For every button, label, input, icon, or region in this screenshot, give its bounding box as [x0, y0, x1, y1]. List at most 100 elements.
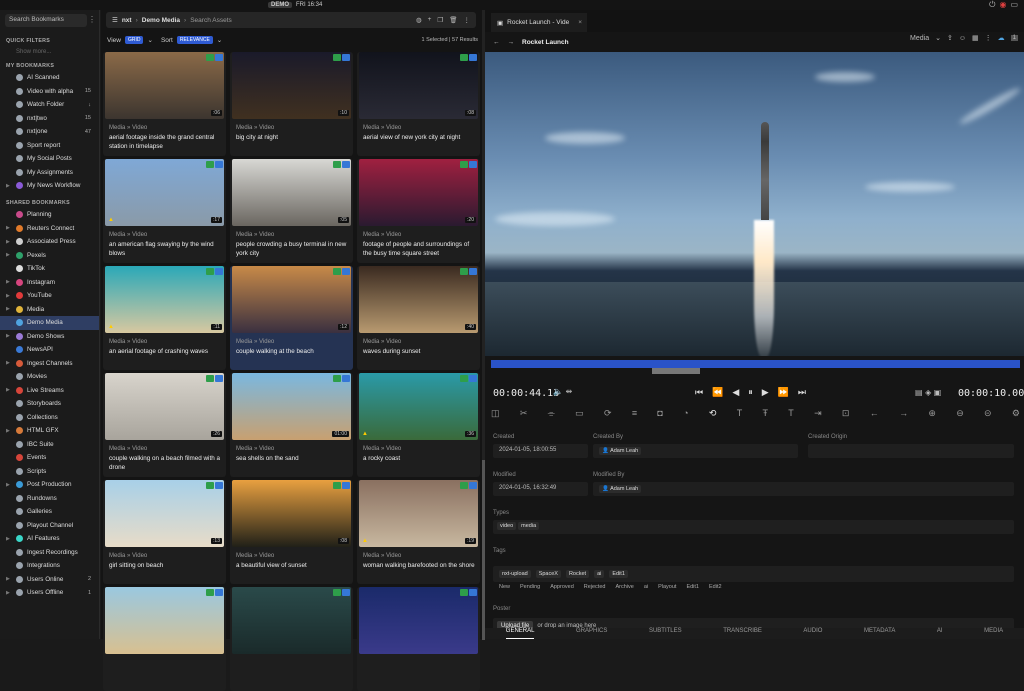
asset-tile[interactable]	[103, 587, 226, 691]
sidebar-item[interactable]: TikTok	[0, 262, 99, 276]
sidebar-item[interactable]: ▶ AI Features	[0, 532, 99, 546]
transition-icon[interactable]: ⟳	[604, 408, 612, 419]
forward-icon[interactable]: →	[508, 39, 515, 46]
copy-icon[interactable]: ❐	[437, 16, 443, 24]
pause-icon[interactable]: ⏸	[748, 387, 753, 398]
asset-tile[interactable]: :36 ▲ Media » Video a rocky coast	[357, 373, 480, 477]
step-forward-icon[interactable]: ▶	[762, 387, 769, 398]
created-origin-field[interactable]	[808, 444, 1014, 458]
sidebar-item[interactable]: Ingest Recordings	[0, 546, 99, 560]
expand-icon[interactable]: ▶	[6, 183, 10, 189]
tab-media[interactable]: MEDIA	[984, 628, 1003, 639]
zoom-in-icon[interactable]: ⊕	[928, 408, 936, 419]
tag-chip[interactable]: ai	[594, 570, 605, 578]
sidebar-item[interactable]: Demo Media	[0, 316, 99, 330]
asset-tile[interactable]: :19 ▲ Media » Video woman walking barefoote…	[357, 480, 480, 584]
tab-transcribe[interactable]: TRANSCRIBE	[723, 628, 762, 639]
bookmark-search-input[interactable]: Search Bookmarks	[5, 14, 87, 27]
sidebar-item[interactable]: ▶ Media	[0, 303, 99, 317]
expand-icon[interactable]: ▶	[6, 428, 10, 434]
expand-icon[interactable]: ▶	[6, 279, 10, 285]
globe-icon[interactable]: ◍	[416, 16, 422, 24]
cut-icon[interactable]: ✂	[520, 408, 528, 419]
asset-tile[interactable]: :08 Media » Video a beautiful view of suns…	[230, 480, 353, 584]
created-field[interactable]: 2024-01-05, 18:00:55	[493, 444, 588, 458]
modified-field[interactable]: 2024-01-05, 16:32:49	[493, 482, 588, 496]
trash-icon[interactable]: 🗑	[449, 16, 457, 24]
asset-thumbnail[interactable]	[359, 587, 478, 654]
asset-thumbnail[interactable]	[232, 266, 351, 333]
asset-tile[interactable]: 01:00 Media » Video sea shells on the sand	[230, 373, 353, 477]
asset-thumbnail[interactable]	[359, 159, 478, 226]
expand-icon[interactable]: ▶	[6, 293, 10, 299]
sidebar-item[interactable]: ▶ Users Offline 1	[0, 586, 99, 600]
asset-thumbnail[interactable]	[359, 52, 478, 119]
close-icon[interactable]: ×	[578, 19, 582, 26]
sidebar-item[interactable]: ▶ Pexels	[0, 249, 99, 263]
sidebar-item[interactable]: Collections	[0, 411, 99, 425]
tab-graphics[interactable]: GRAPHICS	[576, 628, 607, 639]
asset-tile[interactable]: :20 Media » Video footage of people and su…	[357, 159, 480, 263]
filter-icon[interactable]: ☰	[112, 16, 118, 24]
tab-rocket-launch[interactable]: ▣ Rocket Launch - Vide ×	[491, 13, 587, 32]
power-icon[interactable]: ⏻	[989, 0, 995, 10]
camera-icon[interactable]: ◘	[657, 408, 662, 419]
status-option[interactable]: Edit1	[686, 584, 699, 590]
adjust-icon[interactable]: ≡	[632, 408, 637, 419]
view-toggles[interactable]: ▤ ◈ ▣	[915, 388, 941, 397]
chevron-down-icon[interactable]: ⌄	[217, 36, 222, 44]
sidebar-item[interactable]: ▶ Instagram	[0, 276, 99, 290]
back-icon[interactable]: ←	[493, 39, 500, 46]
sidebar-item[interactable]: IBC Suite	[0, 438, 99, 452]
frame-back-icon[interactable]: ⏪	[712, 387, 723, 398]
asset-search-input[interactable]: Search Assets	[190, 17, 232, 24]
asset-tile[interactable]	[230, 587, 353, 691]
expand-icon[interactable]: ▶	[6, 387, 10, 393]
type-chip[interactable]: media	[518, 522, 540, 530]
asset-thumbnail[interactable]	[105, 587, 224, 654]
in-out-range[interactable]	[652, 368, 700, 374]
arrow-right-icon[interactable]: →	[899, 408, 908, 419]
created-by-field[interactable]: 👤 Adam Leah	[593, 444, 798, 458]
breadcrumb-current[interactable]: Demo Media	[142, 17, 180, 24]
expand-icon[interactable]: ▶	[6, 333, 10, 339]
sidebar-item[interactable]: Integrations	[0, 559, 99, 573]
speed-icon[interactable]: ◔	[683, 408, 688, 419]
expand-icon[interactable]: ▶	[6, 590, 10, 596]
frame-icon[interactable]: ▭	[575, 408, 584, 419]
chevron-down-icon[interactable]: ⌄	[147, 36, 152, 44]
status-option[interactable]: Approved	[550, 584, 574, 590]
expand-icon[interactable]: ▶	[6, 239, 10, 245]
split-icon[interactable]: ⌯	[548, 408, 555, 419]
battery-icon[interactable]: ▭	[1010, 0, 1018, 10]
sidebar-item[interactable]: ▶ My News Workflow	[0, 179, 99, 193]
asset-thumbnail[interactable]	[105, 52, 224, 119]
asset-tile[interactable]: :08 Media » Video aerial view of new york …	[357, 52, 480, 156]
asset-thumbnail[interactable]	[359, 266, 478, 333]
asset-tile[interactable]: :12 Media » Video couple walking at the be…	[230, 266, 353, 370]
sidebar-item[interactable]: Movies	[0, 370, 99, 384]
step-back-icon[interactable]: ◀	[732, 387, 739, 398]
tag-chip[interactable]: Rocket	[565, 570, 590, 578]
sidebar-item[interactable]: Video with alpha 15	[0, 85, 99, 99]
sidebar-item[interactable]: ▶ Reuters Connect	[0, 222, 99, 236]
sidebar-item[interactable]: ▶ Ingest Channels	[0, 357, 99, 371]
asset-tile[interactable]: :10 Media » Video big city at night	[230, 52, 353, 156]
zoom-out-icon[interactable]: ⊖	[956, 408, 964, 419]
types-field[interactable]: video media	[493, 520, 1014, 534]
asset-tile[interactable]: :06 Media » Video aerial footage inside th…	[103, 52, 226, 156]
subtitle-icon[interactable]: T	[788, 408, 794, 419]
asset-thumbnail[interactable]	[105, 159, 224, 226]
tab-subtitles[interactable]: SUBTITLES	[649, 628, 682, 639]
sidebar-item[interactable]: My Social Posts	[0, 152, 99, 166]
tags-field[interactable]: nxt-upload SpaceX Rocket ai Edit1	[493, 566, 1014, 582]
sidebar-item[interactable]: NewsAPI	[0, 343, 99, 357]
video-player[interactable]	[485, 52, 1024, 356]
expand-icon[interactable]: ▶	[6, 536, 10, 542]
asset-thumbnail[interactable]	[105, 480, 224, 547]
export-icon[interactable]: ⇥	[814, 408, 822, 419]
asset-tile[interactable]	[357, 587, 480, 691]
loop-icon[interactable]: ⟲	[709, 408, 717, 419]
text-icon[interactable]: T	[737, 408, 743, 419]
chevron-down-icon[interactable]: ⌄	[935, 34, 941, 42]
